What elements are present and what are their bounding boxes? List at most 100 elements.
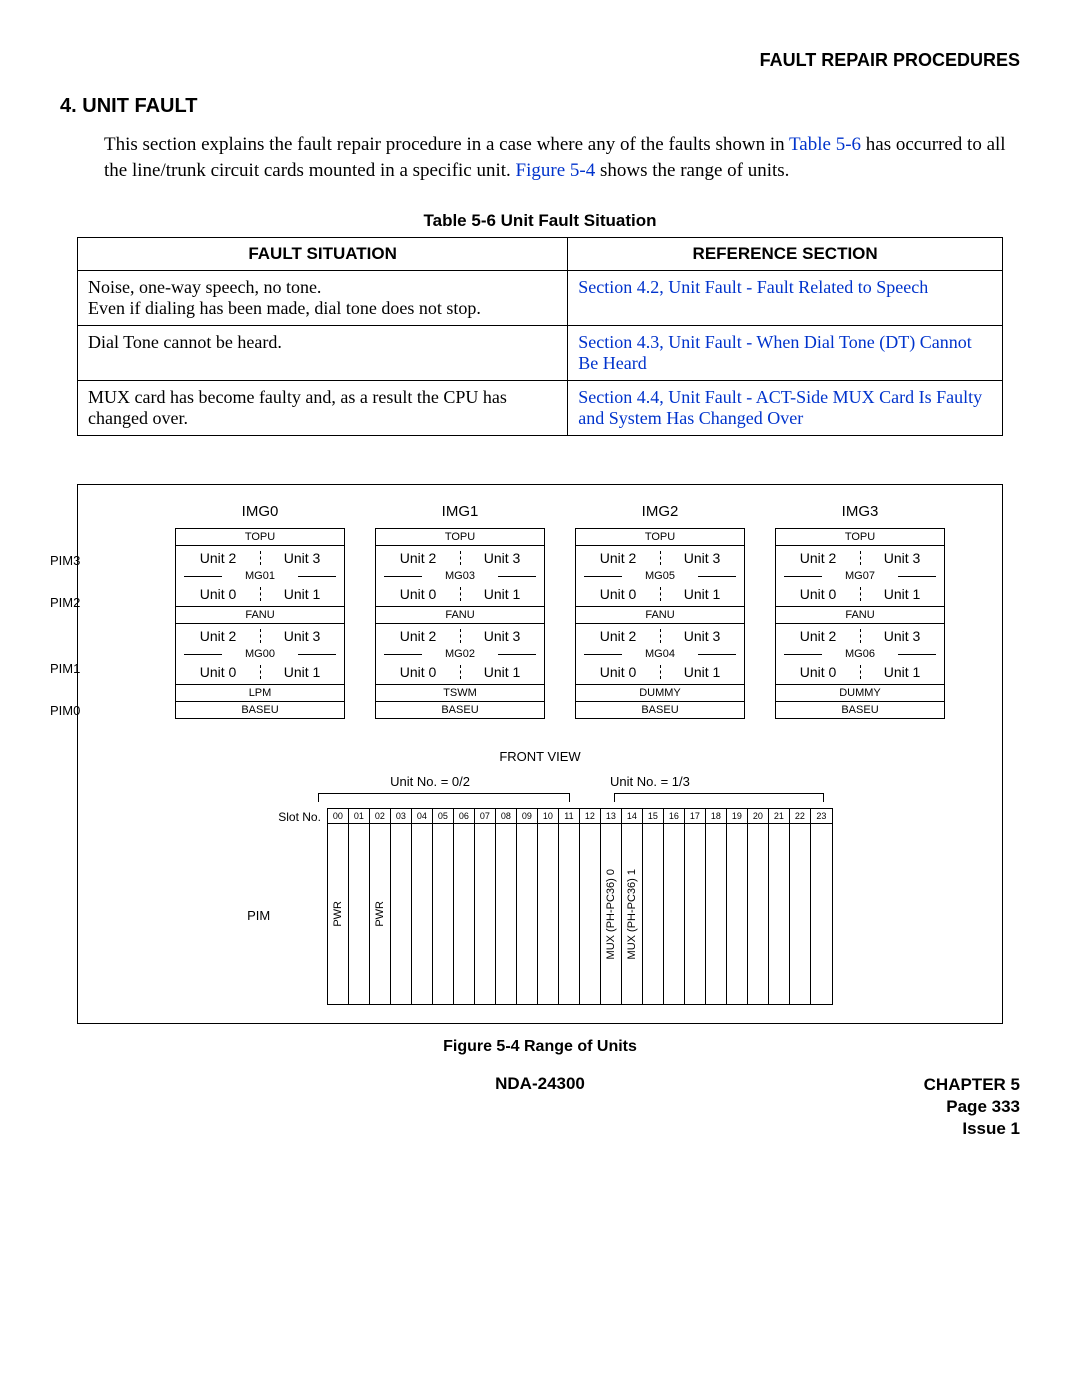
slot-body [538, 824, 558, 1004]
slot-body: MUX (PH-PC36) 1 [622, 824, 642, 1004]
slot-card-label: PWR [332, 901, 344, 927]
slot-number: 10 [538, 809, 558, 824]
unit-row: Unit 0Unit 1 [776, 660, 944, 684]
slot-body: MUX (PH-PC36) 0 [601, 824, 621, 1004]
baseu-label: BASEU [576, 701, 744, 718]
unit-no-right: Unit No. = 1/3 [610, 774, 690, 789]
slot-body [412, 824, 432, 1004]
slot-cell: 10 [538, 809, 559, 1004]
img-title: IMG1 [375, 503, 545, 520]
baseu-label: BASEU [376, 701, 544, 718]
reference-link[interactable]: Section 4.3, Unit Fault - When Dial Tone… [568, 326, 1003, 381]
slot-cell: 20 [748, 809, 769, 1004]
unit-row: Unit 2Unit 3 [576, 546, 744, 570]
unit-row: Unit 2Unit 3 [376, 623, 544, 648]
slot-number: 17 [685, 809, 705, 824]
bottom-module-label: LPM [176, 684, 344, 701]
slot-number: 05 [433, 809, 453, 824]
slot-body [811, 824, 832, 1004]
slot-body [391, 824, 411, 1004]
slot-no-label: Slot No. [278, 808, 321, 824]
slot-number: 15 [643, 809, 663, 824]
figure-ref-link[interactable]: Figure 5-4 [516, 160, 596, 181]
fault-cell: MUX card has become faulty and, as a res… [78, 381, 568, 436]
baseu-label: BASEU [176, 701, 344, 718]
slot-number: 08 [496, 809, 516, 824]
unit-row: Unit 0Unit 1 [176, 582, 344, 606]
bottom-module-label: DUMMY [776, 684, 944, 701]
pim-label: PIM2 [50, 595, 100, 610]
slot-cell: 11 [559, 809, 580, 1004]
rack: TOPUUnit 2Unit 3MG07Unit 0Unit 1FANUUnit… [775, 528, 945, 719]
slot-number: 00 [328, 809, 348, 824]
slot-cell: 07 [475, 809, 496, 1004]
slot-cell: 02 PWR [370, 809, 391, 1004]
unit-no-left: Unit No. = 0/2 [390, 774, 470, 789]
bottom-module-label: TSWM [376, 684, 544, 701]
slot-number: 03 [391, 809, 411, 824]
slot-cell: 14MUX (PH-PC36) 1 [622, 809, 643, 1004]
slot-body [517, 824, 537, 1004]
slot-body [685, 824, 705, 1004]
fault-cell: Noise, one-way speech, no tone. Even if … [78, 271, 568, 326]
slot-cell: 21 [769, 809, 790, 1004]
unit-row: Unit 2Unit 3 [176, 623, 344, 648]
slot-cell: 00 PWR [328, 809, 349, 1004]
pim-side-label: PIM [247, 808, 270, 923]
slot-grid: 00 PWR 0102 PWR 0304050607080910111213MUX (P… [327, 808, 833, 1005]
slot-cell: 22 [790, 809, 811, 1004]
slot-number: 18 [706, 809, 726, 824]
fanu-label: FANU [176, 606, 344, 623]
slot-body: PWR [370, 824, 390, 1004]
intro-text: This section explains the fault repair p… [104, 134, 789, 155]
chapter: CHAPTER 5 [924, 1074, 1020, 1096]
reference-link[interactable]: Section 4.2, Unit Fault - Fault Related … [568, 271, 1003, 326]
unit-row: Unit 0Unit 1 [376, 582, 544, 606]
img-column: IMG2TOPUUnit 2Unit 3MG05Unit 0Unit 1FANU… [575, 503, 745, 719]
unit-row: Unit 2Unit 3 [576, 623, 744, 648]
topu-label: TOPU [576, 529, 744, 546]
slot-cell: 12 [580, 809, 601, 1004]
slot-number: 20 [748, 809, 768, 824]
mg-label: MG03 [376, 570, 544, 582]
slot-number: 06 [454, 809, 474, 824]
mg-label: MG06 [776, 648, 944, 660]
mg-label: MG01 [176, 570, 344, 582]
slot-body [559, 824, 579, 1004]
slot-body: PWR [328, 824, 348, 1004]
slot-body [727, 824, 747, 1004]
unit-row: Unit 0Unit 1 [776, 582, 944, 606]
mg-label: MG04 [576, 648, 744, 660]
front-view-label: FRONT VIEW [90, 749, 990, 764]
slot-cell: 09 [517, 809, 538, 1004]
slot-number: 04 [412, 809, 432, 824]
section-heading: 4. UNIT FAULT [60, 95, 1020, 118]
slot-body [748, 824, 768, 1004]
slot-number: 07 [475, 809, 495, 824]
slot-number: 01 [349, 809, 369, 824]
slot-number: 02 [370, 809, 390, 824]
unit-row: Unit 2Unit 3 [776, 623, 944, 648]
table-ref-link[interactable]: Table 5-6 [789, 134, 861, 155]
slot-body [454, 824, 474, 1004]
baseu-label: BASEU [776, 701, 944, 718]
img-title: IMG2 [575, 503, 745, 520]
slot-cell: 03 [391, 809, 412, 1004]
slot-cell: 17 [685, 809, 706, 1004]
reference-link[interactable]: Section 4.4, Unit Fault - ACT-Side MUX C… [568, 381, 1003, 436]
slot-body [706, 824, 726, 1004]
img-column: IMG0TOPUUnit 2Unit 3MG01Unit 0Unit 1FANU… [175, 503, 345, 719]
slot-body [475, 824, 495, 1004]
topu-label: TOPU [776, 529, 944, 546]
slot-body [349, 824, 369, 1004]
fault-situation-table: FAULT SITUATION REFERENCE SECTION Noise,… [77, 237, 1003, 436]
slot-body [580, 824, 600, 1004]
slot-number: 13 [601, 809, 621, 824]
slot-number: 16 [664, 809, 684, 824]
slot-card-label: PWR [374, 901, 386, 927]
table-row: Dial Tone cannot be heard. Section 4.3, … [78, 326, 1003, 381]
pim-label: PIM3 [50, 553, 100, 568]
slot-body [643, 824, 663, 1004]
bottom-module-label: DUMMY [576, 684, 744, 701]
page-footer: NDA-24300 CHAPTER 5 Page 333 Issue 1 [60, 1074, 1020, 1094]
